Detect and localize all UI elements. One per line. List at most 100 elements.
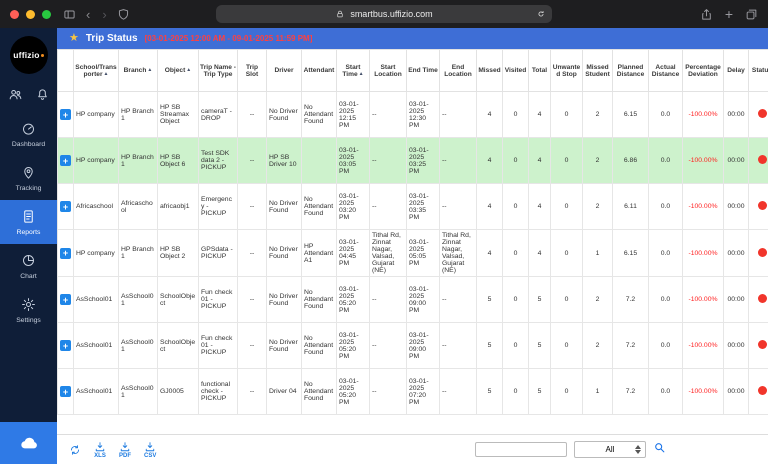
close-window-button[interactable]: [10, 10, 19, 19]
sidebar-item-settings[interactable]: Settings: [0, 288, 57, 332]
column-header-start-location[interactable]: Start Location: [370, 50, 407, 92]
cell-attendant: No Attendant Found: [302, 369, 337, 415]
table-row[interactable]: +AsSchool01AsSchool01SchoolObjectFun che…: [58, 323, 768, 369]
cell-deviation: -100.00%: [683, 277, 724, 323]
share-icon[interactable]: [700, 8, 713, 21]
minimize-window-button[interactable]: [26, 10, 35, 19]
chevron-left-icon[interactable]: ‹: [84, 8, 92, 21]
app-window: uffizio Dashboard Tracking: [0, 28, 768, 464]
column-header-total[interactable]: Total: [529, 50, 551, 92]
cell-school: AsSchool01: [74, 369, 119, 415]
column-header-planned-distance[interactable]: Planned Distance: [613, 50, 649, 92]
column-header-attendant[interactable]: Attendant: [302, 50, 337, 92]
column-header-unwanted-stop[interactable]: Unwanted Stop: [551, 50, 583, 92]
expand-row-button[interactable]: +: [60, 386, 71, 397]
table-row[interactable]: +HP companyHP Branch 1HP SB Object 6Test…: [58, 138, 768, 184]
cell-object: HP SB Object 6: [158, 138, 199, 184]
cell-end-time: 03-01-2025 05:05 PM: [407, 230, 440, 277]
cell-status: [749, 277, 768, 323]
column-header-actual-distance[interactable]: Actual Distance: [649, 50, 683, 92]
export-label: CSV: [144, 453, 156, 459]
cell-unwanted-stop: 0: [551, 230, 583, 277]
expand-row-button[interactable]: +: [60, 294, 71, 305]
sidebar-item-chart[interactable]: Chart: [0, 244, 57, 288]
column-header-object[interactable]: Object▲: [158, 50, 199, 92]
date-range[interactable]: [03-01-2025 12:00 AM - 09-01-2025 11:59 …: [145, 34, 313, 43]
cell-actual-distance: 0.0: [649, 277, 683, 323]
sidebar-item-reports[interactable]: Reports: [0, 200, 57, 244]
cell-slot: --: [238, 92, 267, 138]
cell-missed: 5: [477, 323, 503, 369]
favorite-star-icon[interactable]: ★: [69, 33, 79, 44]
table-row[interactable]: +AsSchool01AsSchool01GJ0005functional ch…: [58, 369, 768, 415]
cell-actual-distance: 0.0: [649, 138, 683, 184]
sidebar-item-label: Tracking: [16, 185, 42, 192]
tab-overview-icon[interactable]: [745, 8, 758, 21]
expand-row-button[interactable]: +: [60, 155, 71, 166]
table-row[interactable]: +AfricaschoolAfricaschoolafricaobj1Emerg…: [58, 184, 768, 230]
sort-asc-icon[interactable]: ▲: [186, 67, 191, 73]
sidebar-toggle-icon[interactable]: [63, 8, 76, 21]
sort-asc-icon[interactable]: ▲: [147, 67, 152, 73]
column-header-delay[interactable]: Delay: [724, 50, 749, 92]
cell-unwanted-stop: 0: [551, 138, 583, 184]
column-header-missed[interactable]: Missed: [477, 50, 503, 92]
cell-delay: 00:00: [724, 323, 749, 369]
cell-visited: 0: [503, 323, 529, 369]
table-footer: XLS PDF CSV All: [57, 434, 768, 464]
shield-icon[interactable]: [117, 8, 130, 21]
page-size-select[interactable]: All: [574, 441, 646, 458]
column-header-visited[interactable]: Visited: [503, 50, 529, 92]
column-header-status[interactable]: Status: [749, 50, 768, 92]
sort-asc-icon[interactable]: ▲: [104, 71, 109, 77]
refresh-button[interactable]: [69, 444, 81, 456]
expand-row-button[interactable]: +: [60, 109, 71, 120]
expand-row-button[interactable]: +: [60, 340, 71, 351]
cell-object: SchoolObject: [158, 323, 199, 369]
cell-total: 4: [529, 92, 551, 138]
sort-asc-icon[interactable]: ▲: [359, 71, 364, 77]
search-icon[interactable]: [653, 441, 666, 459]
column-header-end-time[interactable]: End Time: [407, 50, 440, 92]
table-row[interactable]: +HP companyHP Branch 1HP SB Streamax Obj…: [58, 92, 768, 138]
zoom-window-button[interactable]: [42, 10, 51, 19]
users-icon[interactable]: [8, 87, 23, 107]
column-header-trip-name-trip-type[interactable]: Trip Name - Trip Type: [199, 50, 238, 92]
cell-unwanted-stop: 0: [551, 277, 583, 323]
cell-missed: 4: [477, 184, 503, 230]
expand-row-button[interactable]: +: [60, 201, 71, 212]
export-csv-button[interactable]: CSV: [144, 441, 156, 459]
reload-icon[interactable]: [536, 9, 546, 21]
cell-end-location: --: [440, 323, 477, 369]
expand-row-button[interactable]: +: [60, 248, 71, 259]
column-header-percentage-deviation[interactable]: Percentage Deviation: [683, 50, 724, 92]
cell-delay: 00:00: [724, 369, 749, 415]
column-header-school-transporter[interactable]: School/Transporter▲: [74, 50, 119, 92]
cell-attendant: No Attendant Found: [302, 184, 337, 230]
column-header-start-time[interactable]: Start Time▲: [337, 50, 370, 92]
column-header-trip-slot[interactable]: Trip Slot: [238, 50, 267, 92]
cell-unwanted-stop: 0: [551, 184, 583, 230]
column-header-missed-student[interactable]: Missed Student: [583, 50, 613, 92]
cloud-upload-button[interactable]: [0, 422, 57, 464]
cell-branch: Africaschool: [119, 184, 158, 230]
chevron-right-icon[interactable]: ›: [100, 8, 108, 21]
cell-branch: HP Branch 1: [119, 230, 158, 277]
cell-total: 5: [529, 369, 551, 415]
export-pdf-button[interactable]: PDF: [119, 441, 131, 459]
bell-icon[interactable]: [35, 87, 50, 107]
column-header-branch[interactable]: Branch▲: [119, 50, 158, 92]
export-xls-button[interactable]: XLS: [94, 441, 106, 459]
cell-attendant: No Attendant Found: [302, 92, 337, 138]
column-header-end-location[interactable]: End Location: [440, 50, 477, 92]
sidebar-item-dashboard[interactable]: Dashboard: [0, 112, 57, 156]
sidebar-item-tracking[interactable]: Tracking: [0, 156, 57, 200]
table-filter-input[interactable]: [475, 442, 567, 457]
table-row[interactable]: +HP companyHP Branch 1HP SB Object 2GPSd…: [58, 230, 768, 277]
address-bar[interactable]: smartbus.uffizio.com: [216, 5, 552, 23]
table-row[interactable]: +AsSchool01AsSchool01SchoolObjectFun che…: [58, 277, 768, 323]
new-tab-icon[interactable]: +: [725, 7, 733, 21]
column-header-driver[interactable]: Driver: [267, 50, 302, 92]
cell-branch: HP Branch 1: [119, 92, 158, 138]
cell-missed: 4: [477, 230, 503, 277]
